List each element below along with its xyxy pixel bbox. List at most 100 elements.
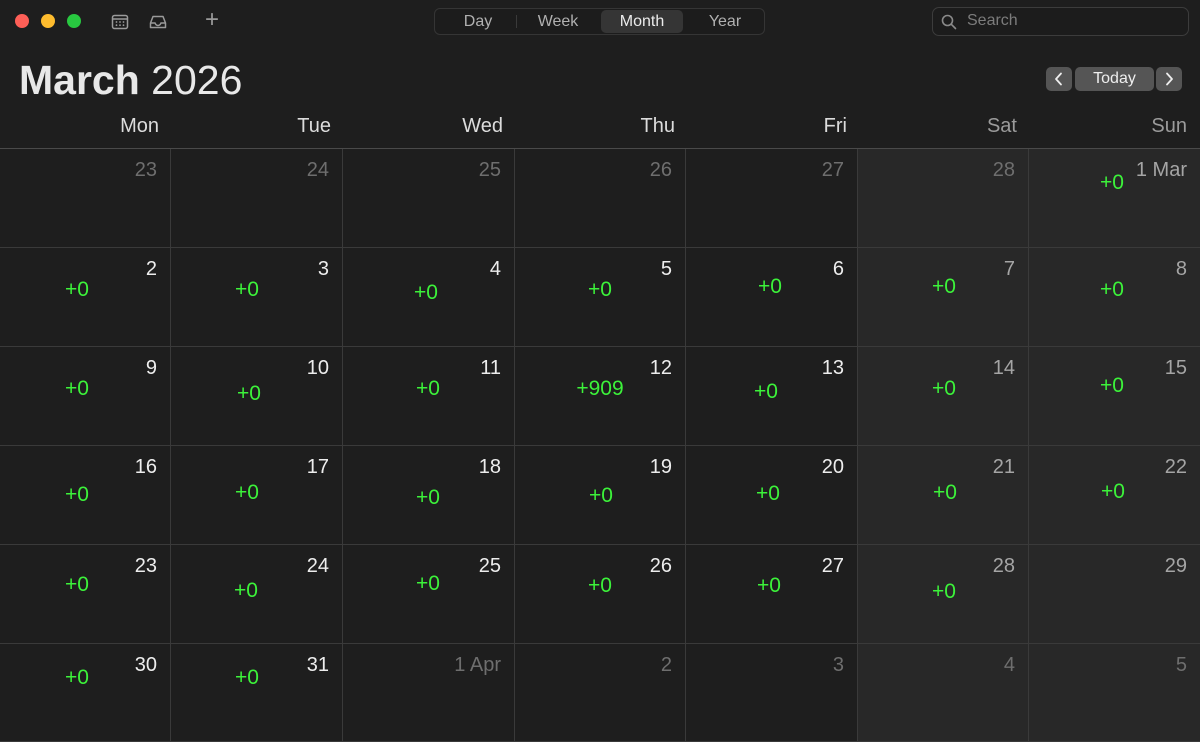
calendars-icon[interactable] [110, 12, 130, 32]
day-cell[interactable]: 11 +0 [343, 347, 515, 446]
day-number: 16 [134, 456, 157, 478]
day-cell[interactable]: 29 [1029, 545, 1200, 644]
day-cell[interactable]: 16 +0 [0, 446, 171, 545]
day-cell[interactable]: 30 +0 [0, 644, 171, 742]
event-count: +0 [65, 573, 89, 596]
day-number: 2 [660, 654, 672, 676]
page-title: March 2026 [19, 56, 242, 104]
chevron-right-icon [1166, 72, 1173, 86]
weekday-label-mon: Mon [120, 115, 159, 137]
event-count: +0 [416, 486, 440, 509]
day-cell[interactable]: 18 +0 [343, 446, 515, 545]
day-cell[interactable]: 2 +0 [0, 248, 171, 347]
day-cell[interactable]: 4 +0 [343, 248, 515, 347]
event-count: +0 [588, 574, 612, 597]
day-number: 6 [832, 258, 844, 280]
day-cell[interactable]: 21 +0 [858, 446, 1029, 545]
day-cell[interactable]: 3 [686, 644, 858, 742]
tab-month[interactable]: Month [601, 10, 683, 33]
day-cell[interactable]: 8 +0 [1029, 248, 1200, 347]
day-number: 20 [821, 456, 844, 478]
search-icon [941, 14, 957, 30]
close-window-button[interactable] [15, 14, 29, 28]
day-cell[interactable]: 5 [1029, 644, 1200, 742]
event-count: +0 [1100, 278, 1124, 301]
tab-day[interactable]: Day [443, 9, 513, 34]
weekday-label-tue: Tue [297, 115, 331, 137]
event-count: +909 [576, 377, 624, 400]
day-cell[interactable]: 17 +0 [171, 446, 343, 545]
today-button[interactable]: Today [1075, 67, 1154, 91]
day-number: 9 [145, 357, 157, 379]
day-number: 27 [821, 555, 844, 577]
inbox-icon[interactable] [148, 12, 168, 32]
minimize-window-button[interactable] [41, 14, 55, 28]
day-number: 30 [134, 654, 157, 676]
day-number: 24 [306, 159, 329, 181]
day-cell[interactable]: 6 +0 [686, 248, 858, 347]
day-cell[interactable]: 9 +0 [0, 347, 171, 446]
day-cell[interactable]: 23 [0, 149, 171, 248]
day-cell[interactable]: 31 +0 [171, 644, 343, 742]
day-cell[interactable]: 2 [515, 644, 686, 742]
day-cell[interactable]: 22 +0 [1029, 446, 1200, 545]
day-number: 11 [480, 357, 501, 379]
month-grid: 23 24 25 26 27 28 1 Mar +0 2 +0 3 +0 4 +0 5 +0 6 +0 7 +0 8 +0… [0, 149, 1200, 742]
day-cell[interactable]: 24 +0 [171, 545, 343, 644]
day-cell[interactable]: 19 +0 [515, 446, 686, 545]
day-cell[interactable]: 27 +0 [686, 545, 858, 644]
day-cell[interactable]: 10 +0 [171, 347, 343, 446]
day-number: 17 [306, 456, 329, 478]
day-cell[interactable]: 3 +0 [171, 248, 343, 347]
event-count: +0 [758, 275, 782, 298]
day-cell[interactable]: 24 [171, 149, 343, 248]
day-cell[interactable]: 25 +0 [343, 545, 515, 644]
day-number: 28 [992, 555, 1015, 577]
day-number: 15 [1164, 357, 1187, 379]
day-number: 4 [1003, 654, 1015, 676]
search-input[interactable] [967, 11, 1177, 31]
tab-week[interactable]: Week [519, 9, 597, 34]
day-number: 23 [134, 555, 157, 577]
event-count: +0 [235, 278, 259, 301]
day-cell[interactable]: 28 [858, 149, 1029, 248]
day-cell[interactable]: 5 +0 [515, 248, 686, 347]
day-cell[interactable]: 1 Mar +0 [1029, 149, 1200, 248]
toolbar: + Day Week Month Year [0, 0, 1200, 44]
previous-month-button[interactable] [1046, 67, 1072, 91]
tab-year[interactable]: Year [687, 9, 763, 34]
day-cell[interactable]: 1 Apr [343, 644, 515, 742]
month-label: March [19, 57, 140, 103]
day-number: 4 [489, 258, 501, 280]
day-cell[interactable]: 13 +0 [686, 347, 858, 446]
weekday-label-wed: Wed [462, 115, 503, 137]
day-cell[interactable]: 7 +0 [858, 248, 1029, 347]
day-cell[interactable]: 28 +0 [858, 545, 1029, 644]
event-count: +0 [416, 572, 440, 595]
day-cell[interactable]: 25 [343, 149, 515, 248]
day-number: 8 [1175, 258, 1187, 280]
event-count: +0 [65, 377, 89, 400]
day-cell[interactable]: 4 [858, 644, 1029, 742]
year-label: 2026 [151, 57, 243, 103]
day-cell[interactable]: 20 +0 [686, 446, 858, 545]
day-cell[interactable]: 15 +0 [1029, 347, 1200, 446]
event-count: +0 [234, 579, 258, 602]
day-cell[interactable]: 14 +0 [858, 347, 1029, 446]
day-cell[interactable]: 12 +909 [515, 347, 686, 446]
weekday-label-sat: Sat [986, 115, 1017, 137]
day-number: 21 [992, 456, 1015, 478]
event-count: +0 [757, 574, 781, 597]
add-event-icon[interactable]: + [202, 6, 222, 34]
event-count: +0 [589, 484, 613, 507]
day-cell[interactable]: 26 [515, 149, 686, 248]
weekday-label-thu: Thu [640, 115, 675, 137]
day-cell[interactable]: 23 +0 [0, 545, 171, 644]
zoom-window-button[interactable] [67, 14, 81, 28]
day-number: 7 [1003, 258, 1015, 280]
day-number: 26 [649, 159, 672, 181]
event-count: +0 [932, 275, 956, 298]
day-cell[interactable]: 27 [686, 149, 858, 248]
day-cell[interactable]: 26 +0 [515, 545, 686, 644]
next-month-button[interactable] [1156, 67, 1182, 91]
